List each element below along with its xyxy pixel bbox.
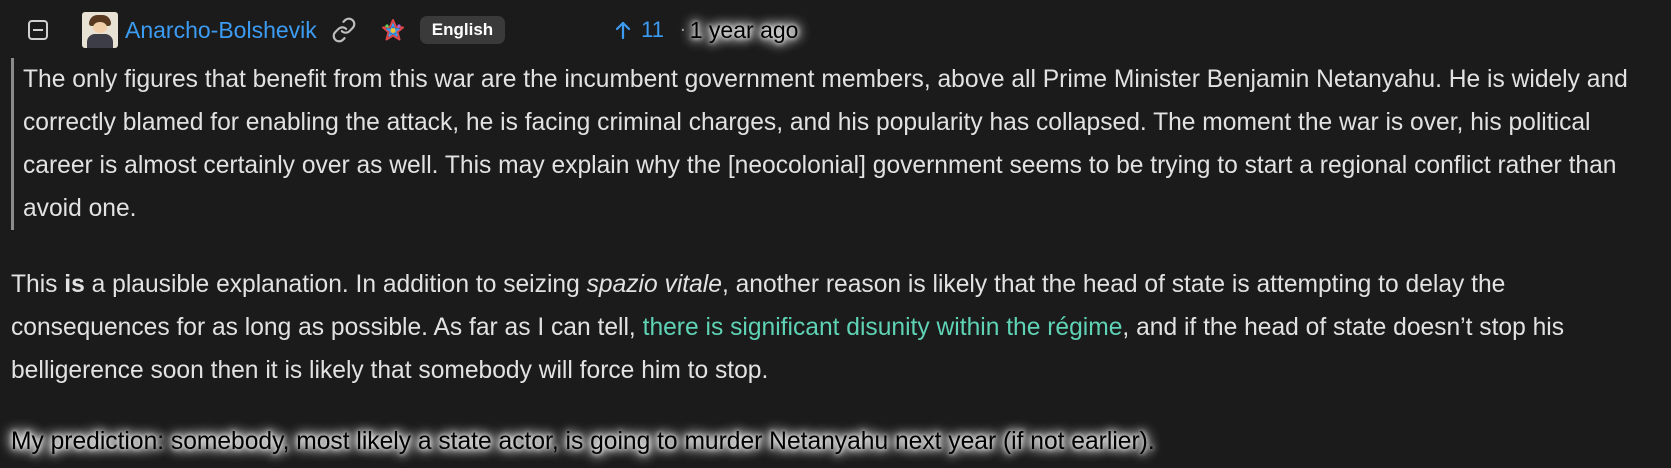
federation-star-icon[interactable] bbox=[381, 18, 405, 42]
score-count: 11 bbox=[641, 17, 665, 42]
avatar[interactable] bbox=[82, 12, 118, 48]
prediction-text: My prediction: somebody, most likely a s… bbox=[11, 428, 1155, 455]
score[interactable]: 11 bbox=[615, 17, 664, 43]
paragraph-text: a plausible explanation. In addition to … bbox=[84, 271, 587, 298]
italic-text: spazio vitale bbox=[586, 271, 722, 298]
blockquote: The only figures that benefit from this … bbox=[11, 58, 1661, 230]
comment: Anarcho-Bolshevik English 11 · 1 year ag… bbox=[0, 0, 1671, 468]
upvote-arrow-icon[interactable] bbox=[615, 20, 631, 40]
language-badge: English bbox=[419, 16, 506, 44]
bold-text: is bbox=[64, 271, 85, 298]
paragraph-text: This bbox=[11, 271, 65, 298]
separator-dot: · bbox=[680, 19, 686, 41]
comment-paragraph: This is a plausible explanation. In addi… bbox=[11, 263, 1661, 392]
avatar-face bbox=[93, 22, 107, 33]
collapse-icon[interactable] bbox=[28, 20, 48, 40]
inline-link[interactable]: there is significant disunity within the… bbox=[643, 314, 1123, 341]
prediction-paragraph: My prediction: somebody, most likely a s… bbox=[11, 420, 1661, 463]
quote-text: The only figures that benefit from this … bbox=[23, 66, 1628, 222]
link-icon[interactable] bbox=[331, 17, 357, 43]
comment-header: Anarcho-Bolshevik English 11 · 1 year ag… bbox=[22, 12, 798, 48]
timestamp[interactable]: 1 year ago bbox=[690, 17, 799, 44]
avatar-robe bbox=[87, 34, 113, 48]
username-link[interactable]: Anarcho-Bolshevik bbox=[125, 17, 317, 44]
